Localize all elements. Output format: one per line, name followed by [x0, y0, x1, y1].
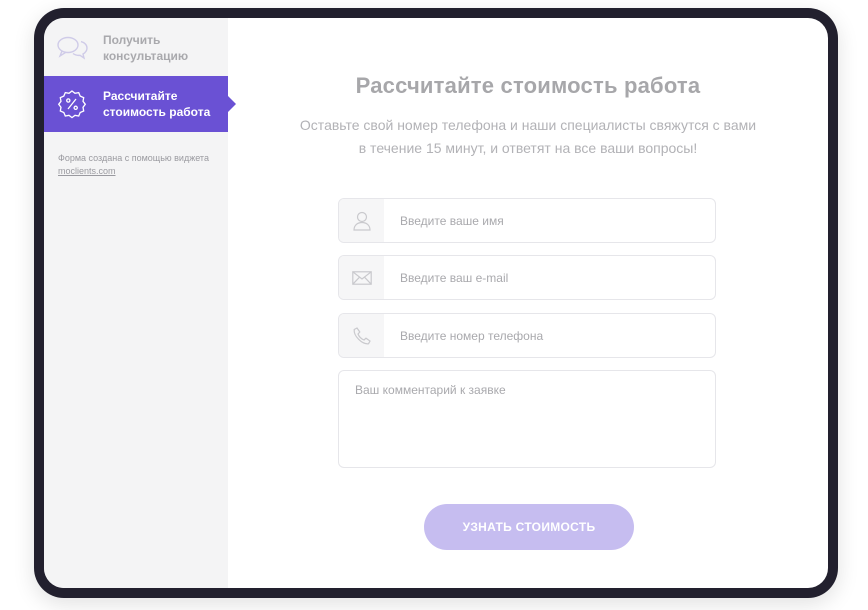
envelope-icon [339, 256, 384, 299]
form-title: Рассчитайте стоимость работа [355, 73, 701, 98]
sidebar-item-consultation[interactable]: Получить консультацию [44, 20, 228, 76]
widget-credits: Форма создана с помощью виджета moclient… [44, 132, 228, 178]
subtitle-line: Оставьте свой номер телефона и наши спец… [299, 117, 757, 133]
credits-text: Форма создана с помощью виджета [58, 153, 209, 163]
form-subtitle: Оставьте свой номер телефона и наши спец… [268, 114, 788, 160]
sidebar: Получить консультацию Рассчитайте стоимо… [44, 18, 236, 588]
form-panel: Рассчитайте стоимость работа Оставьте св… [228, 18, 828, 588]
sidebar-item-calculate-cost[interactable]: Рассчитайте стоимость работа [44, 76, 236, 132]
user-icon [339, 199, 384, 242]
name-input[interactable] [384, 199, 715, 242]
subtitle-line: в течение 15 минут, и ответят на все ваш… [358, 140, 698, 156]
widget-screen: Получить консультацию Рассчитайте стоимо… [44, 18, 828, 588]
sidebar-item-label: Получить консультацию [103, 33, 189, 63]
email-input[interactable] [384, 256, 715, 299]
sidebar-item-label: Рассчитайте стоимость работа [103, 89, 211, 119]
name-field [338, 198, 716, 243]
credits-link[interactable]: moclients.com [58, 166, 116, 176]
submit-button[interactable]: УЗНАТЬ СТОИМОСТЬ [424, 504, 634, 550]
device-frame: Получить консультацию Рассчитайте стоимо… [34, 8, 838, 598]
phone-field [338, 313, 716, 358]
comment-textarea[interactable] [338, 370, 716, 468]
chat-bubbles-icon [56, 32, 88, 64]
phone-icon [339, 314, 384, 357]
phone-input[interactable] [384, 314, 715, 357]
email-field [338, 255, 716, 300]
percent-badge-icon [56, 88, 88, 120]
